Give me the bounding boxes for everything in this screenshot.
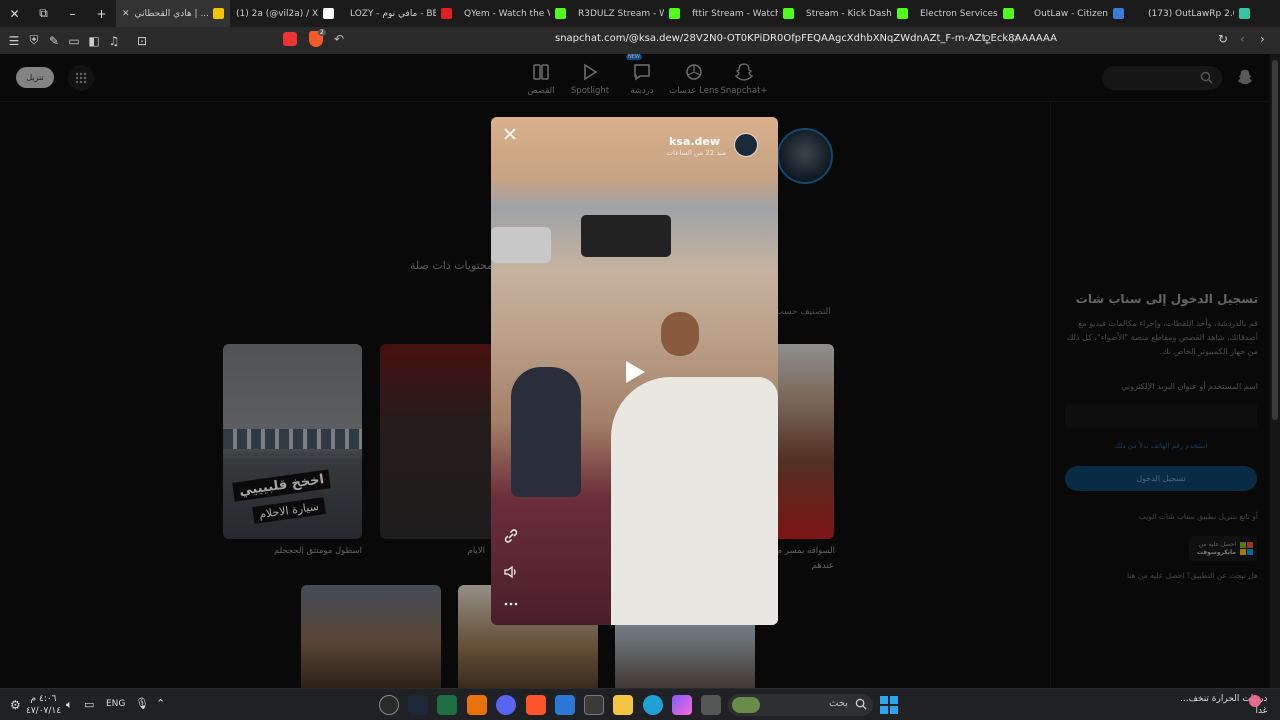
browser-tab[interactable]: (173) OutLawRp 2.0 - L...: [1142, 0, 1256, 27]
browser-tab[interactable]: fttir Stream - Watch Li...: [686, 0, 800, 27]
tab-favicon-icon: [1002, 8, 1014, 19]
minimize-icon[interactable]: –: [58, 0, 87, 27]
author-name[interactable]: ksa.dew: [669, 135, 720, 148]
browser-tab[interactable]: QYem - Watch the VOD: [458, 0, 572, 27]
tab-favicon-icon: [1112, 8, 1124, 19]
page-scrollbar[interactable]: [1270, 54, 1280, 688]
tab-favicon-icon: [783, 8, 794, 19]
close-tab-icon[interactable]: ✕: [122, 9, 130, 19]
browser-tab[interactable]: OutLaw - Citizen: [1028, 0, 1142, 27]
edge-icon[interactable]: [643, 695, 663, 715]
clock-date: ٤٧/٠٧/١٤: [26, 706, 62, 716]
tab-title: (173) OutLawRp 2.0 - L...: [1148, 8, 1234, 19]
browser-toolbar: ☰ ⛨ ✎ ▭ ◧ ♫ ⊡ 2 ↶ snapchat.com/@ksa.dew/…: [0, 27, 1280, 54]
store-icon[interactable]: [584, 695, 604, 715]
volume-icon[interactable]: [503, 564, 519, 580]
video-person-shape: [611, 377, 778, 625]
play-icon[interactable]: [623, 359, 647, 385]
bookmark-icon[interactable]: ⚐: [1010, 33, 1020, 46]
shield-badge: 2: [318, 29, 326, 36]
tab-favicon-icon: [1239, 8, 1250, 19]
tab-favicon-icon: [323, 8, 335, 19]
windows-taskbar: ⚙ ٤:٠٦ م ٤٧/٠٧/١٤ 🔈︎ ▭ ENG 🎙︎ ⌃ بحث درجا…: [0, 688, 1280, 720]
chevron-up-icon[interactable]: ⌃: [156, 697, 165, 710]
app-icon-orange[interactable]: [467, 695, 487, 715]
back-icon[interactable]: ‹: [1240, 32, 1245, 46]
task-view-icon[interactable]: [701, 695, 721, 715]
browser-tab[interactable]: R3DULZ Stream - Watc...: [572, 0, 686, 27]
taskbar-search-label: بحث: [828, 698, 848, 709]
video-person-shape: [511, 367, 581, 497]
taskbar-search[interactable]: بحث: [728, 694, 873, 716]
tab-favicon-icon: [213, 8, 224, 19]
volume-icon[interactable]: 🔈︎: [66, 698, 73, 712]
tabs-icon[interactable]: ▭: [64, 27, 84, 54]
search-icon: [855, 698, 867, 710]
close-window-icon[interactable]: ✕: [0, 0, 29, 27]
author-avatar[interactable]: [734, 133, 758, 157]
steam-icon[interactable]: [408, 695, 428, 715]
undo-icon[interactable]: ↶: [334, 32, 344, 46]
browser-tab[interactable]: Stream - Kick Dash...: [800, 0, 914, 27]
snapchat-page: تنزيل القصص Spotlight NEW دردشة عدسات Le…: [0, 54, 1280, 688]
page-actions-icon[interactable]: ⚲: [983, 33, 991, 46]
tab-favicon-icon: [555, 8, 566, 19]
system-clock[interactable]: ٤:٠٦ م ٤٧/٠٧/١٤: [26, 693, 61, 717]
browser-tab[interactable]: Electron Services: [914, 0, 1028, 27]
file-explorer-icon[interactable]: [613, 695, 633, 715]
browser-tab[interactable]: (1) 2a (@vil2a) / X: [230, 0, 344, 27]
tab-title: QYem - Watch the VOD: [464, 8, 550, 19]
tab-title: Stream - Kick Dash...: [806, 8, 892, 19]
tab-actions-icon[interactable]: ⧉: [29, 0, 58, 27]
tab-title: fttir Stream - Watch Li...: [692, 8, 778, 19]
tab-title: LOZY - مافي نوم - BE...: [350, 8, 436, 19]
scrollbar-thumb[interactable]: [1272, 60, 1278, 420]
video-person-shape: [661, 312, 699, 356]
microphone-icon[interactable]: 🎙︎: [135, 697, 149, 710]
extension-icon[interactable]: ✎: [44, 27, 64, 54]
close-icon[interactable]: [501, 125, 519, 143]
clock-time: ٤:٠٦ م: [30, 694, 57, 704]
tab-favicon-icon: [897, 8, 908, 19]
app-icon-clock[interactable]: [379, 695, 399, 715]
brave-rewards-icon[interactable]: [283, 32, 297, 46]
browser-tab[interactable]: ✕ هادي القحطاني | ...: [116, 0, 230, 27]
tab-title: OutLaw - Citizen: [1034, 8, 1108, 19]
video-truck-shape: [581, 215, 671, 257]
tab-title: R3DULZ Stream - Watc...: [578, 8, 664, 19]
xbox-icon[interactable]: [437, 695, 457, 715]
new-tab-icon[interactable]: +: [87, 0, 116, 27]
sidebar-icon[interactable]: ◧: [84, 27, 104, 54]
address-bar-url[interactable]: snapchat.com/@ksa.dew/28V2N0-OT0KPiDR0Of…: [555, 33, 1057, 44]
brave-icon[interactable]: [526, 695, 546, 715]
browser-tab[interactable]: LOZY - مافي نوم - BE...: [344, 0, 458, 27]
author-subtitle: منذ 22 من الساعات: [666, 149, 726, 157]
network-icon[interactable]: ▭: [84, 698, 94, 711]
app-icon-blue[interactable]: [555, 695, 575, 715]
discord-icon[interactable]: [496, 695, 516, 715]
browser-tab-bar: ✕ ⧉ – + ✕ هادي القحطاني | ... (1) 2a (@vil…: [0, 0, 1280, 27]
weather-icon: [1249, 695, 1261, 707]
shield-icon[interactable]: ⛨: [24, 27, 44, 54]
tab-favicon-icon: [441, 8, 452, 19]
tab-title: (1) 2a (@vil2a) / X: [236, 8, 319, 19]
more-options-icon[interactable]: [503, 596, 519, 612]
screenshot-icon[interactable]: ⊡: [132, 27, 152, 54]
video-modal: ksa.dew منذ 22 من الساعات: [491, 117, 778, 625]
menu-icon[interactable]: ☰: [4, 27, 24, 54]
tab-title: هادي القحطاني | ...: [134, 8, 208, 19]
music-icon[interactable]: ♫: [104, 27, 124, 54]
settings-gear-icon[interactable]: ⚙: [10, 698, 21, 712]
tab-favicon-icon: [669, 8, 680, 19]
copilot-icon[interactable]: [672, 695, 692, 715]
video-car-shape: [491, 227, 551, 263]
forward-icon[interactable]: ›: [1260, 32, 1265, 46]
reload-icon[interactable]: ↻: [1218, 32, 1228, 46]
copy-link-icon[interactable]: [503, 528, 519, 544]
search-highlight-icon: [732, 697, 760, 713]
windows-start-icon[interactable]: [880, 696, 898, 714]
language-indicator[interactable]: ENG: [106, 699, 125, 709]
tab-title: Electron Services: [920, 8, 998, 19]
